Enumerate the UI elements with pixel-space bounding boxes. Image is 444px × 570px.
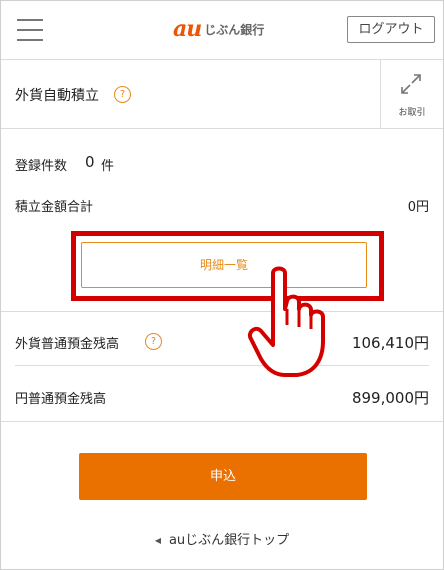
divider <box>1 311 443 312</box>
header: au じぶん銀行 ログアウト <box>1 1 443 60</box>
total-amount-label: 積立金額合計 <box>15 200 94 215</box>
pointing-hand-icon <box>248 266 325 377</box>
yen-balance-label: 円普通預金残高 <box>15 392 107 407</box>
left-triangle-icon: ◀ <box>154 536 161 545</box>
yen-balance-value: 899,000円 <box>351 389 429 407</box>
total-amount-value: 0円 <box>407 200 429 215</box>
bank-top-link[interactable]: ◀ auじぶん銀行トップ <box>1 529 443 548</box>
logo-text: じぶん銀行 <box>204 22 265 37</box>
page-title: 外貨自動積立 <box>15 88 99 104</box>
exchange-arrows-icon <box>401 74 421 94</box>
logout-button[interactable]: ログアウト <box>347 16 435 43</box>
fx-balance-value: 106,410円 <box>351 334 429 352</box>
section-header: 外貨自動積立 ? お取引 <box>1 60 443 129</box>
divider <box>15 365 429 366</box>
question-circle-icon[interactable]: ? <box>114 86 131 103</box>
app-frame: au じぶん銀行 ログアウト 外貨自動積立 ? お取引 登録件数 0 件 積立金… <box>0 0 444 570</box>
divider <box>1 421 443 422</box>
bank-top-link-label: auじぶん銀行トップ <box>168 533 290 548</box>
apply-button[interactable]: 申込 <box>79 453 367 500</box>
fx-balance-label: 外貨普通預金残高 <box>15 337 120 352</box>
bank-logo: au じぶん銀行 <box>173 16 265 42</box>
logo-mark: au <box>173 16 202 42</box>
registration-count-value: 0 <box>85 153 95 171</box>
registration-count-label: 登録件数 <box>15 159 68 174</box>
question-circle-icon[interactable]: ? <box>145 333 162 350</box>
trade-button[interactable]: お取引 <box>380 60 443 128</box>
registration-count-unit: 件 <box>101 159 115 174</box>
hamburger-menu-icon[interactable] <box>17 19 43 43</box>
trade-label: お取引 <box>398 108 426 118</box>
